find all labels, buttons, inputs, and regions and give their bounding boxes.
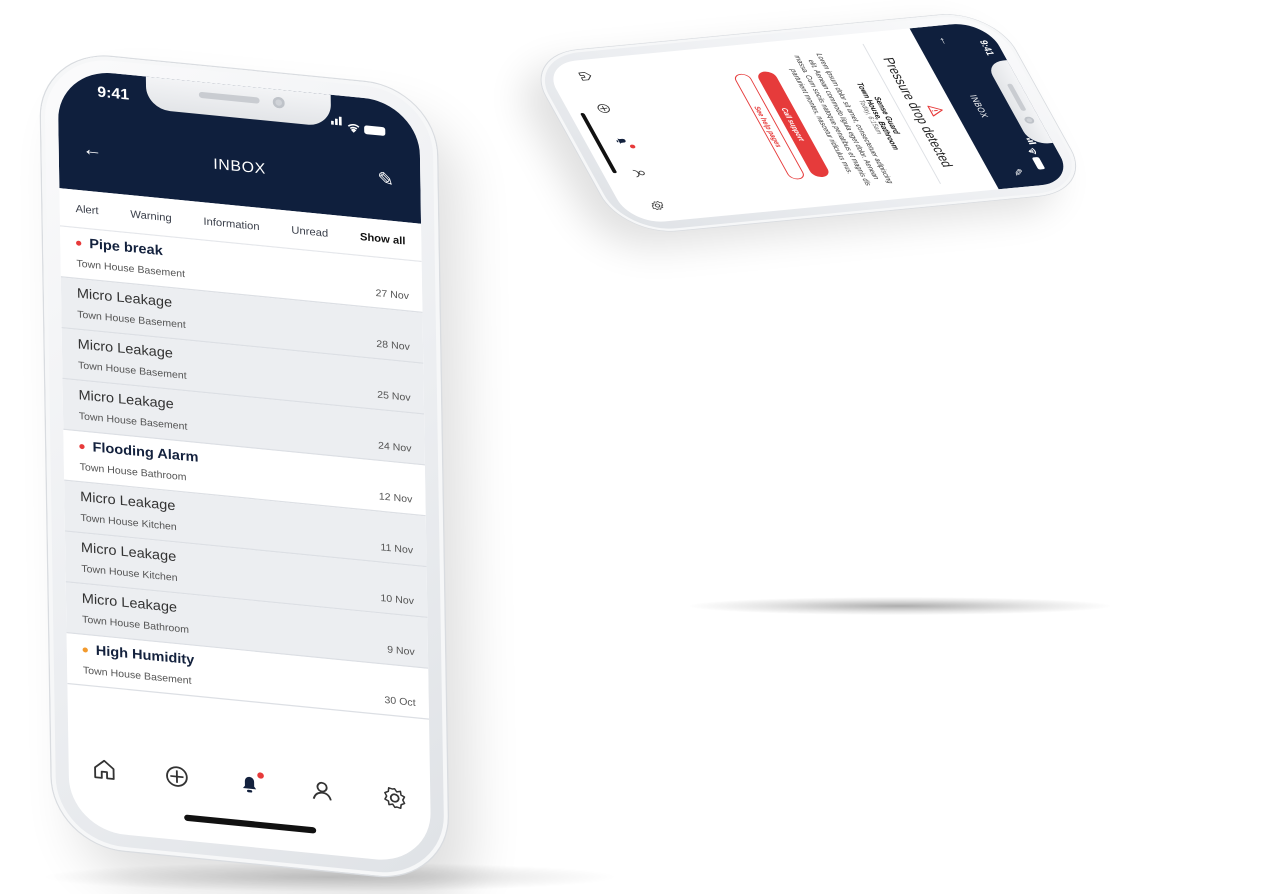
message-date: 28 Nov — [376, 338, 410, 353]
message-title: Flooding Alarm — [92, 440, 199, 466]
home-icon[interactable] — [570, 67, 601, 86]
status-icons — [331, 108, 386, 137]
signal-icon — [331, 108, 343, 131]
message-location: Town House Basement — [82, 664, 192, 687]
filter-tab[interactable]: Information — [203, 215, 259, 233]
notification-dot — [629, 144, 637, 149]
wifi-icon — [347, 124, 360, 133]
message-date: 30 Oct — [384, 694, 416, 709]
profile-icon[interactable] — [307, 776, 336, 806]
battery-icon — [1031, 156, 1046, 170]
home-indicator[interactable] — [184, 814, 317, 834]
add-icon[interactable] — [588, 99, 619, 118]
speaker — [198, 91, 260, 104]
message-location: Town House Basement — [77, 359, 187, 382]
message-title: High Humidity — [95, 643, 195, 669]
filter-tab[interactable]: Show all — [360, 230, 406, 247]
phone-notch — [145, 76, 332, 127]
message-date: 12 Nov — [378, 490, 413, 506]
filter-tab[interactable]: Alert — [75, 202, 98, 217]
filter-tab[interactable]: Unread — [291, 223, 328, 239]
message-date: 9 Nov — [387, 643, 415, 658]
message-title: Micro Leakage — [80, 489, 176, 514]
message-title: Micro Leakage — [81, 591, 178, 616]
floor-shadow — [690, 597, 1110, 615]
home-icon[interactable] — [90, 754, 119, 784]
unread-dot — [76, 240, 82, 246]
bell-icon[interactable] — [235, 769, 264, 799]
message-location: Town House Kitchen — [81, 562, 178, 584]
settings-icon[interactable] — [642, 196, 673, 215]
message-date: 24 Nov — [377, 439, 412, 455]
message-location: Town House Bathroom — [79, 461, 187, 483]
camera — [272, 96, 285, 109]
edit-icon[interactable]: ✎ — [1009, 168, 1027, 177]
message-title: Micro Leakage — [77, 337, 174, 362]
unread-dot — [79, 443, 85, 450]
page-title: INBOX — [213, 154, 266, 178]
filter-tab[interactable]: Warning — [130, 207, 172, 223]
message-location: Town House Bathroom — [82, 613, 190, 636]
message-title: Pipe break — [89, 236, 163, 259]
message-date: 27 Nov — [375, 287, 410, 302]
bottom-nav — [68, 752, 430, 815]
message-date: 11 Nov — [380, 541, 414, 556]
message-location: Town House Basement — [76, 257, 186, 280]
message-title: Micro Leakage — [80, 540, 177, 565]
status-time: 9:41 — [97, 82, 130, 104]
wifi-icon — [1028, 147, 1037, 155]
bottom-nav — [566, 59, 677, 222]
add-icon[interactable] — [162, 762, 191, 792]
settings-icon[interactable] — [379, 783, 408, 813]
edit-icon[interactable]: ✎ — [377, 167, 394, 192]
phone-screen: 9:41 ← INBOX ✎ Alert Warning Information Un… — [57, 67, 432, 865]
message-date: 25 Nov — [377, 388, 411, 404]
message-date: 10 Nov — [380, 592, 415, 607]
status-time: 9:41 — [976, 39, 996, 56]
message-location: Town House Basement — [78, 410, 188, 433]
battery-icon — [364, 125, 386, 137]
profile-icon[interactable] — [624, 164, 655, 183]
message-list: Pipe break Town House Basement 27 Nov Micro… — [59, 226, 430, 720]
speaker — [1006, 83, 1027, 112]
message-title: Micro Leakage — [76, 286, 173, 311]
phone-alert-detail: 9:41 ← INBOX ✎ Pressure drop detected Se… — [523, 10, 1094, 236]
message-title: Micro Leakage — [78, 388, 174, 413]
signal-icon — [1021, 137, 1043, 146]
phone-inbox-list: 9:41 ← INBOX ✎ Alert Warning Information Un… — [40, 50, 449, 883]
message-location: Town House Basement — [77, 308, 186, 331]
notification-dot — [257, 772, 264, 779]
phone-screen: 9:41 ← INBOX ✎ Pressure drop detected Se… — [542, 21, 1075, 225]
camera — [1022, 116, 1036, 125]
message-location: Town House Kitchen — [80, 512, 177, 533]
bell-icon[interactable] — [606, 132, 637, 151]
unread-dot — [82, 647, 88, 653]
